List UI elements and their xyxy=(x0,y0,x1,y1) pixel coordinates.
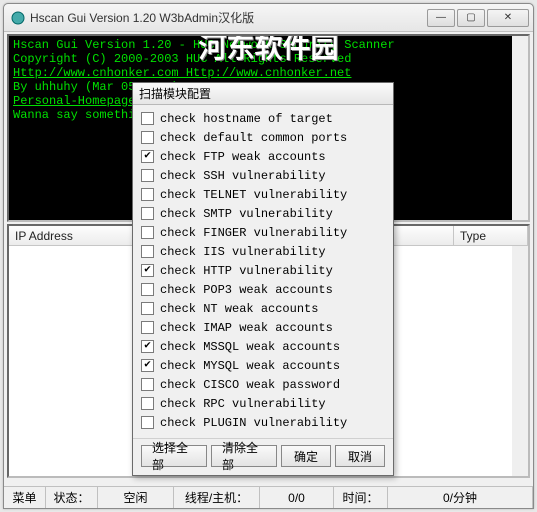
console-scrollbar[interactable] xyxy=(512,36,528,220)
clear-all-button[interactable]: 清除全部 xyxy=(211,445,277,467)
app-icon xyxy=(10,10,26,26)
module-item[interactable]: check IMAP weak accounts xyxy=(141,318,385,337)
console-line: Copyright (C) 2000-2003 HUC All Rights R… xyxy=(13,52,524,66)
module-item[interactable]: check MYSQL weak accounts xyxy=(141,356,385,375)
module-item[interactable]: check hostname of target xyxy=(141,109,385,128)
list-scrollbar[interactable] xyxy=(512,246,528,476)
ok-button[interactable]: 确定 xyxy=(281,445,331,467)
module-item[interactable]: check SMTP vulnerability xyxy=(141,204,385,223)
module-label: check SSH vulnerability xyxy=(160,169,326,183)
checkbox-icon[interactable] xyxy=(141,340,154,353)
checkbox-icon[interactable] xyxy=(141,416,154,429)
checkbox-icon[interactable] xyxy=(141,207,154,220)
module-label: check HTTP vulnerability xyxy=(160,264,333,278)
module-label: check CISCO weak password xyxy=(160,378,340,392)
checkbox-icon[interactable] xyxy=(141,378,154,391)
module-item[interactable]: check HTTP vulnerability xyxy=(141,261,385,280)
checkbox-icon[interactable] xyxy=(141,112,154,125)
module-item[interactable]: check FINGER vulnerability xyxy=(141,223,385,242)
module-item[interactable]: check MSSQL weak accounts xyxy=(141,337,385,356)
checkbox-icon[interactable] xyxy=(141,188,154,201)
time-value: 0/分钟 xyxy=(388,487,533,508)
checkbox-icon[interactable] xyxy=(141,283,154,296)
dialog-title[interactable]: 扫描模块配置 xyxy=(133,83,393,105)
maximize-button[interactable]: ▢ xyxy=(457,9,485,27)
checkbox-icon[interactable] xyxy=(141,131,154,144)
status-bar: 菜单 状态： 空闲 线程/主机： 0/0 时间： 0/分钟 xyxy=(4,486,533,508)
module-item[interactable]: check CISCO weak password xyxy=(141,375,385,394)
module-label: check default common ports xyxy=(160,131,347,145)
module-label: check MYSQL weak accounts xyxy=(160,359,340,373)
scan-module-dialog: 扫描模块配置 check hostname of target check def… xyxy=(132,82,394,476)
column-type[interactable]: Type xyxy=(454,226,528,245)
column-ip[interactable]: IP Address xyxy=(9,226,135,245)
checkbox-icon[interactable] xyxy=(141,264,154,277)
module-item[interactable]: check RPC vulnerability xyxy=(141,394,385,413)
titlebar[interactable]: Hscan Gui Version 1.20 W3bAdmin汉化版 — ▢ ✕ xyxy=(4,4,533,32)
console-line: Http://www.cnhonker.com Http://www.cnhon… xyxy=(13,66,524,80)
module-item[interactable]: check IIS vulnerability xyxy=(141,242,385,261)
module-label: check PLUGIN vulnerability xyxy=(160,416,347,430)
checkbox-icon[interactable] xyxy=(141,245,154,258)
module-item[interactable]: check PLUGIN vulnerability xyxy=(141,413,385,432)
module-item[interactable]: check FTP weak accounts xyxy=(141,147,385,166)
close-button[interactable]: ✕ xyxy=(487,9,529,27)
module-label: check RPC vulnerability xyxy=(160,397,326,411)
checkbox-icon[interactable] xyxy=(141,150,154,163)
module-label: check TELNET vulnerability xyxy=(160,188,347,202)
module-label: check FINGER vulnerability xyxy=(160,226,347,240)
module-item[interactable]: check POP3 weak accounts xyxy=(141,280,385,299)
checkbox-icon[interactable] xyxy=(141,397,154,410)
threads-label: 线程/主机： xyxy=(174,487,260,508)
module-item[interactable]: check TELNET vulnerability xyxy=(141,185,385,204)
module-label: check SMTP vulnerability xyxy=(160,207,333,221)
checkbox-icon[interactable] xyxy=(141,302,154,315)
checkbox-icon[interactable] xyxy=(141,359,154,372)
module-label: check hostname of target xyxy=(160,112,333,126)
menu-button[interactable]: 菜单 xyxy=(4,487,46,508)
module-label: check MSSQL weak accounts xyxy=(160,340,340,354)
cancel-button[interactable]: 取消 xyxy=(335,445,385,467)
checkbox-icon[interactable] xyxy=(141,169,154,182)
module-label: check FTP weak accounts xyxy=(160,150,326,164)
module-label: check IIS vulnerability xyxy=(160,245,326,259)
minimize-button[interactable]: — xyxy=(427,9,455,27)
status-label: 状态： xyxy=(46,487,98,508)
checkbox-icon[interactable] xyxy=(141,321,154,334)
module-label: check IMAP weak accounts xyxy=(160,321,333,335)
module-label: check NT weak accounts xyxy=(160,302,318,316)
console-line: Hscan Gui Version 1.20 - HUC Network Sec… xyxy=(13,38,524,52)
dialog-body: check hostname of target check default co… xyxy=(133,105,393,438)
threads-value: 0/0 xyxy=(260,487,334,508)
time-label: 时间： xyxy=(334,487,388,508)
select-all-button[interactable]: 选择全部 xyxy=(141,445,207,467)
module-item[interactable]: check NT weak accounts xyxy=(141,299,385,318)
status-value: 空闲 xyxy=(98,487,174,508)
module-label: check POP3 weak accounts xyxy=(160,283,333,297)
window-title: Hscan Gui Version 1.20 W3bAdmin汉化版 xyxy=(30,9,427,26)
checkbox-icon[interactable] xyxy=(141,226,154,239)
module-item[interactable]: check default common ports xyxy=(141,128,385,147)
module-item[interactable]: check SSH vulnerability xyxy=(141,166,385,185)
